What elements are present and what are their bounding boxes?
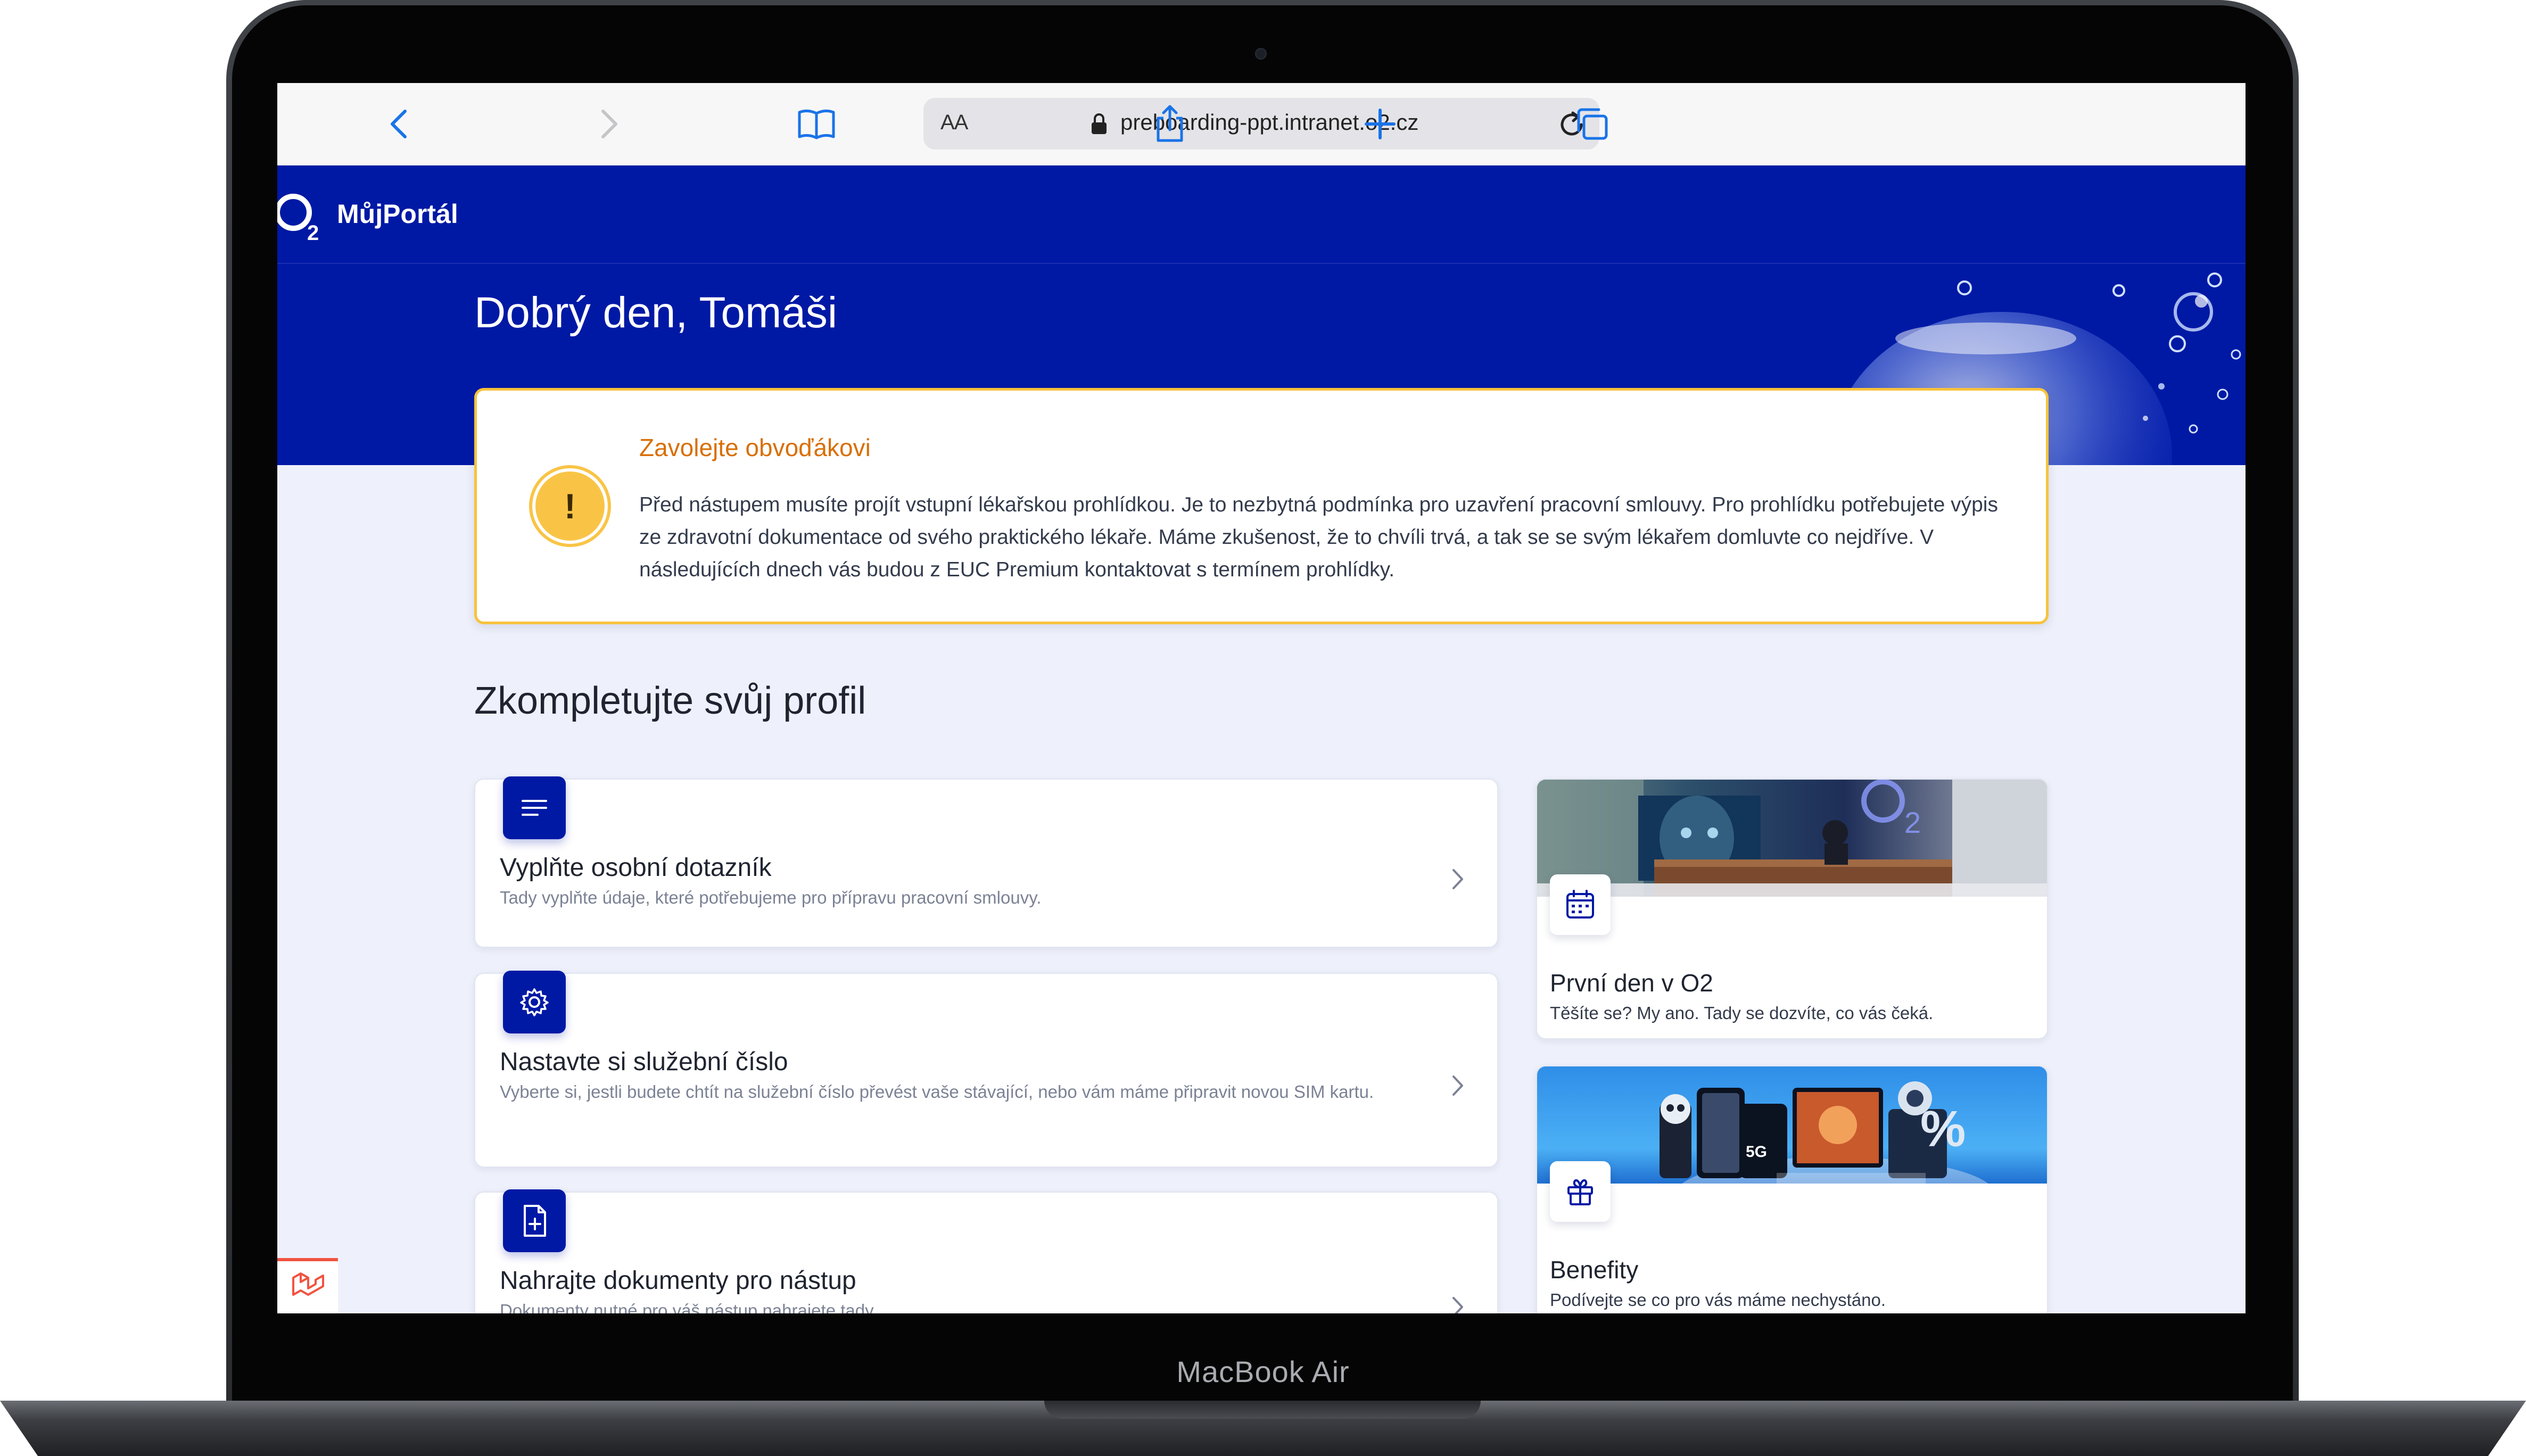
gift-icon (1550, 1161, 1611, 1222)
list-icon (503, 776, 566, 839)
svg-text:%: % (1920, 1101, 1966, 1157)
laptop-hinge-notch (1044, 1401, 1481, 1419)
device-label: MacBook Air (1176, 1355, 1350, 1388)
svg-text:2: 2 (1904, 806, 1921, 839)
calendar-icon (1550, 874, 1611, 935)
side-card-benefits[interactable]: 5G % Benefity Podívejte se co pro vás má… (1536, 1065, 2048, 1313)
o2-logo[interactable]: 2 (277, 191, 333, 247)
task-description: Vyberte si, jestli budete chtít na služe… (500, 1082, 1374, 1102)
task-card-service-number[interactable]: Nastavte si služební číslo Vyberte si, j… (474, 971, 1498, 1168)
share-icon[interactable] (1153, 103, 1187, 144)
plus-icon[interactable] (1363, 107, 1397, 141)
section-title: Zkompletujte svůj profil (474, 680, 866, 722)
laravel-debug-icon[interactable] (277, 1258, 338, 1313)
alert-text: Před nástupem musíte projít vstupní léka… (639, 493, 1998, 581)
task-title: Vyplňte osobní dotazník (500, 854, 772, 882)
top-nav: 2 MůjPortál (277, 166, 2246, 264)
text-size-button[interactable]: AA (940, 111, 968, 135)
screen: AA preboarding-ppt.intranet.o2.cz 2 MůjP… (277, 83, 2246, 1313)
browser-toolbar: AA preboarding-ppt.intranet.o2.cz (277, 83, 2246, 166)
alert-title: Zavolejte obvoďákovi (639, 434, 871, 461)
tabs-icon[interactable] (1573, 105, 1611, 143)
address-bar[interactable]: AA preboarding-ppt.intranet.o2.cz (923, 98, 1599, 150)
task-description: Dokumenty nutné pro váš nástup nahrajete… (500, 1301, 878, 1313)
office-photo: 2 (1537, 780, 2047, 897)
chevron-left-icon[interactable] (384, 107, 416, 141)
lock-icon (1089, 112, 1109, 139)
svg-text:2: 2 (307, 221, 319, 244)
chevron-right-icon (1448, 866, 1466, 895)
chevron-right-icon[interactable] (592, 107, 624, 141)
side-card-first-day[interactable]: 2 První den v O2 Těšíte se? My ano. Tady… (1536, 779, 2048, 1039)
camera-icon (1255, 48, 1267, 60)
task-description: Tady vyplňte údaje, které potřebujeme pr… (500, 888, 1042, 907)
task-title: Nahrajte dokumenty pro nástup (500, 1267, 856, 1295)
bookmarks-icon[interactable] (796, 107, 837, 141)
chevron-right-icon (1448, 1072, 1466, 1102)
greeting-title: Dobrý den, Tomáši (474, 288, 838, 337)
gear-icon (503, 971, 566, 1033)
benefits-banner: 5G % (1537, 1066, 2047, 1231)
document-plus-icon (503, 1189, 566, 1252)
warning-icon: ! (532, 468, 608, 544)
task-card-questionnaire[interactable]: Vyplňte osobní dotazník Tady vyplňte úda… (474, 776, 1498, 948)
svg-text:5G: 5G (1746, 1143, 1767, 1161)
chevron-right-icon (1448, 1294, 1466, 1313)
side-card-description: Podívejte se co pro vás máme nechystáno. (1550, 1290, 1886, 1310)
alert-card: ! Zavolejte obvoďákovi Před nástupem mus… (474, 388, 2049, 624)
task-card-documents[interactable]: Nahrajte dokumenty pro nástup Dokumenty … (474, 1189, 1498, 1313)
side-card-title: První den v O2 (1550, 969, 1713, 997)
portal-name[interactable]: MůjPortál (337, 198, 458, 229)
side-card-title: Benefity (1550, 1256, 1639, 1284)
side-card-description: Těšíte se? My ano. Tady se dozvíte, co v… (1550, 1003, 1934, 1023)
task-title: Nastavte si služební číslo (500, 1048, 788, 1076)
